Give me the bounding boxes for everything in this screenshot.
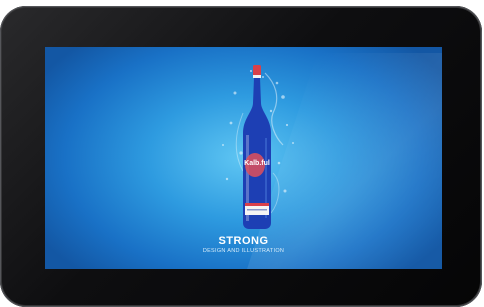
bottle-illustration: Kalb.ful <box>222 65 294 229</box>
bottle-label-text: Kalb.ful <box>244 160 270 167</box>
brand-title: STRONG <box>218 235 269 247</box>
wine-bottle: Kalb.ful <box>243 65 271 229</box>
canvas: Kalb.ful STRONG DESIGN AND ILLUSTRATION <box>0 0 484 307</box>
brand-subtitle: DESIGN AND ILLUSTRATION <box>202 248 285 254</box>
tablet-screen: Kalb.ful STRONG DESIGN AND ILLUSTRATION <box>45 47 442 269</box>
